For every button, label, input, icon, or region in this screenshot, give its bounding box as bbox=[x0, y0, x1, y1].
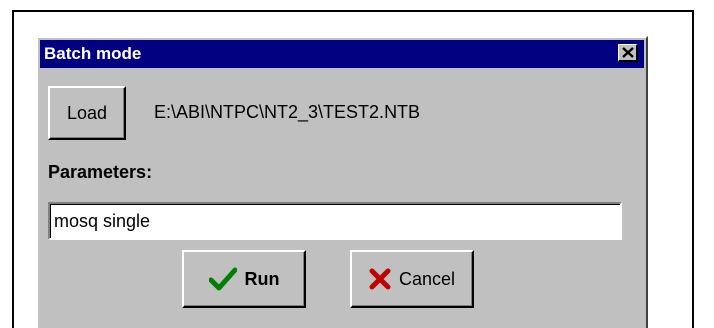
parameters-input[interactable] bbox=[48, 202, 622, 240]
cancel-button-label: Cancel bbox=[398, 268, 456, 289]
close-icon bbox=[621, 47, 634, 58]
title-bar: Batch mode bbox=[40, 40, 644, 68]
checkmark-icon bbox=[208, 267, 237, 291]
run-button[interactable]: Run bbox=[182, 250, 306, 308]
parameters-label: Parameters: bbox=[48, 162, 153, 182]
file-path: E:\ABI\NTPC\NT2_3\TEST2.NTB bbox=[154, 102, 421, 122]
load-button-label: Load bbox=[66, 102, 108, 123]
dialog-title: Batch mode bbox=[44, 44, 142, 63]
run-button-label: Run bbox=[244, 268, 280, 289]
batch-mode-dialog: Batch mode Load E:\ABI\NTPC\NT2_3\TEST2.… bbox=[36, 36, 648, 328]
close-button[interactable] bbox=[618, 44, 638, 62]
load-button[interactable]: Load bbox=[48, 86, 126, 140]
x-icon bbox=[369, 268, 391, 290]
cancel-button[interactable]: Cancel bbox=[350, 250, 474, 308]
